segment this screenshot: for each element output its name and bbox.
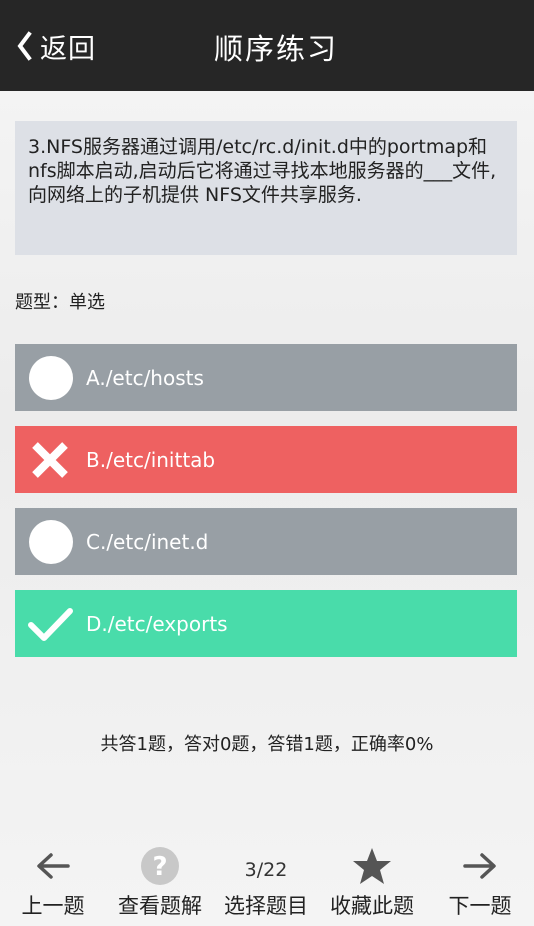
- option-d[interactable]: D./etc/exports: [15, 590, 517, 657]
- question-type-label: 题型：单选: [15, 292, 105, 313]
- circle-icon: [29, 519, 73, 564]
- top-bar: 返回 顺序练习: [0, 0, 534, 91]
- question-icon: ?: [141, 847, 179, 885]
- option-d-label: D./etc/exports: [86, 611, 228, 636]
- star-icon: [353, 848, 391, 884]
- arrow-left-icon: [37, 853, 70, 879]
- option-b-mark: [15, 426, 85, 493]
- prev-question-button[interactable]: 上一题: [1, 840, 105, 926]
- select-question-button[interactable]: 3/22 选择题目: [214, 840, 318, 926]
- prev-question-label: 上一题: [21, 894, 85, 918]
- favorite-button[interactable]: 收藏此题: [320, 840, 424, 926]
- answer-stats: 共答1题，答对0题，答错1题，正确率0%: [100, 734, 434, 755]
- page-title: 顺序练习: [213, 32, 338, 66]
- bottom-nav: 上一题 ? 查看题解 3/22 选择题目 收藏此题 下一题: [0, 840, 534, 926]
- cross-icon: [32, 441, 68, 478]
- next-question-label: 下一题: [448, 894, 512, 918]
- select-question-label: 选择题目: [224, 894, 308, 918]
- question-counter: 3/22: [244, 859, 288, 881]
- favorite-label: 收藏此题: [330, 894, 414, 918]
- view-explanation-button[interactable]: ? 查看题解: [108, 840, 212, 926]
- check-icon: [28, 607, 73, 641]
- option-c-label: C./etc/inet.d: [86, 529, 209, 554]
- option-a[interactable]: A./etc/hosts: [15, 344, 517, 411]
- option-d-mark: [15, 590, 85, 657]
- arrow-right-icon: [463, 853, 496, 879]
- option-a-label: A./etc/hosts: [86, 365, 204, 390]
- next-question-button[interactable]: 下一题: [428, 840, 532, 926]
- option-c[interactable]: C./etc/inet.d: [15, 508, 517, 575]
- option-b[interactable]: B./etc/inittab: [15, 426, 517, 493]
- option-b-label: B./etc/inittab: [86, 447, 216, 472]
- circle-icon: [29, 355, 73, 400]
- view-explanation-label: 查看题解: [118, 894, 202, 918]
- question-text: 3.NFS服务器通过调用/etc/rc.d/init.d中的portmap和nf…: [15, 121, 517, 255]
- option-a-mark: [15, 344, 85, 411]
- svg-text:?: ?: [152, 852, 167, 882]
- option-c-mark: [15, 508, 85, 575]
